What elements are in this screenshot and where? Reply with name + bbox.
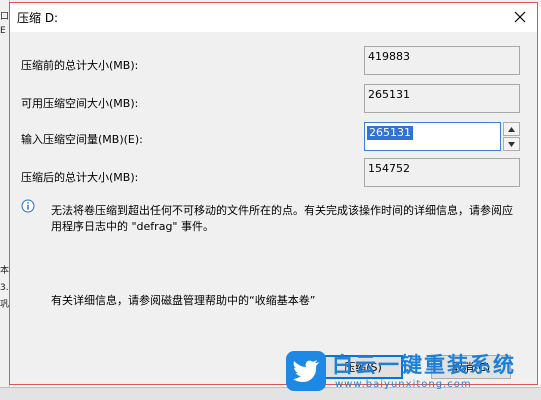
bg-fragment: E xyxy=(0,26,6,36)
background-window-bottom xyxy=(0,387,541,400)
help-message: 有关详细信息，请参阅磁盘管理帮助中的“收缩基本卷” xyxy=(51,294,316,307)
total-before-label: 压缩前的总计大小(MB): xyxy=(21,59,139,72)
total-after-label: 压缩后的总计大小(MB): xyxy=(21,171,139,184)
info-icon xyxy=(21,199,35,213)
title-bar[interactable]: 压缩 D: xyxy=(10,3,537,32)
shrink-amount-label: 输入压缩空间量(MB)(E): xyxy=(21,133,143,146)
available-space-label: 可用压缩空间大小(MB): xyxy=(21,97,139,110)
info-message: 无法将卷压缩到超出任何不可移动的文件所在的点。有关完成该操作时间的详细信息，请参… xyxy=(51,204,513,233)
close-icon xyxy=(514,11,526,23)
shrink-amount-spinner[interactable] xyxy=(503,122,520,151)
total-before-value: 419883 xyxy=(364,46,520,75)
spin-up-button[interactable] xyxy=(503,122,520,136)
arrow-down-icon xyxy=(508,141,515,147)
shrink-button[interactable]: 压缩(S) xyxy=(323,355,403,379)
cancel-button[interactable]: 取消(C) xyxy=(431,355,511,379)
bg-fragment: 口 xyxy=(0,12,10,22)
shrink-dialog: 压缩 D: 压缩前的总计大小(MB): 419883 可用压缩空间大小(MB):… xyxy=(9,2,538,385)
spin-down-button[interactable] xyxy=(503,137,520,151)
dialog-title: 压缩 D: xyxy=(17,11,59,25)
shrink-amount-input[interactable]: 265131 xyxy=(364,122,501,151)
bg-fragment: 3. xyxy=(0,283,9,293)
bg-fragment: 本 xyxy=(0,266,10,276)
bg-fragment: 巩 xyxy=(0,300,10,310)
arrow-up-icon xyxy=(508,126,515,132)
available-space-value: 265131 xyxy=(364,84,520,113)
total-after-value: 154752 xyxy=(364,158,520,187)
close-button[interactable] xyxy=(503,3,537,31)
shrink-amount-selected-text[interactable]: 265131 xyxy=(367,126,413,140)
